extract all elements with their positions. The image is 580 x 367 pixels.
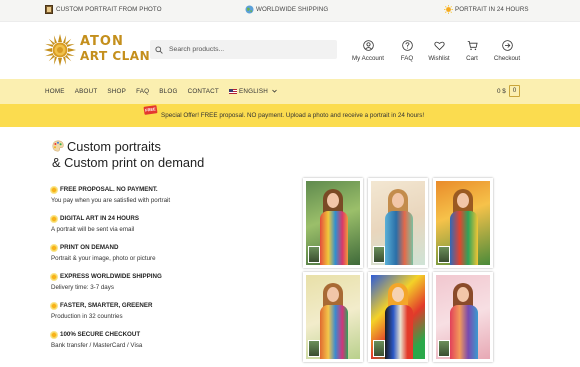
feature-item: PRINT ON DEMAND Portrait & your image, p… (51, 244, 281, 273)
feature-desc: Delivery time: 3-7 days (51, 284, 114, 291)
nav-item-blog[interactable]: BLOG (159, 88, 177, 95)
arrow-circle-right-icon (501, 40, 513, 51)
portrait-card[interactable] (303, 178, 363, 268)
question-icon (401, 40, 413, 51)
site-header: ATON ART CLAN My Account FAQ Wishlist Ca… (0, 22, 580, 79)
portrait-image (436, 275, 490, 359)
topbar-item-24h: PORTRAIT IN 24 HOURS (444, 5, 529, 14)
feature-title: FREE PROPOSAL. NO PAYMENT. (60, 186, 158, 193)
feature-item: FREE PROPOSAL. NO PAYMENT. You pay when … (51, 186, 281, 215)
portrait-image (306, 275, 360, 359)
feature-title: DIGITAL ART IN 24 HOURS (60, 215, 139, 222)
search-icon[interactable] (155, 45, 163, 54)
portrait-image (436, 181, 490, 265)
checkout-label: Checkout (493, 55, 521, 62)
topbar-24h-text: PORTRAIT IN 24 HOURS (455, 6, 529, 13)
logo-wordmark: ATON ART CLAN (80, 34, 151, 63)
topbar-item-portrait: CUSTOM PORTRAIT FROM PHOTO (45, 5, 162, 14)
nav-item-home[interactable]: HOME (45, 88, 65, 95)
language-selector[interactable]: ENGLISH (228, 88, 277, 95)
sun-bullet-icon (51, 244, 57, 251)
my-account-label: My Account (352, 55, 384, 62)
offer-content: FREE Special Offer! FREE proposal. NO pa… (143, 105, 425, 119)
portrait-image (306, 181, 360, 265)
portrait-gallery (303, 178, 493, 362)
topbar-shipping-text: WORLDWIDE SHIPPING (256, 6, 329, 13)
sun-bullet-icon (51, 186, 57, 193)
feature-desc: Production in 32 countries (51, 313, 123, 320)
portrait-image (371, 181, 425, 265)
feature-title: FASTER, SMARTER, GREENER (60, 302, 153, 309)
language-label: ENGLISH (238, 88, 268, 95)
special-offer-banner: FREE Special Offer! FREE proposal. NO pa… (0, 104, 580, 127)
source-photo-thumb (373, 340, 385, 357)
source-photo-thumb (438, 246, 450, 263)
wishlist-label: Wishlist (428, 55, 450, 62)
sun-bullet-icon (51, 331, 57, 338)
portrait-card[interactable] (433, 178, 493, 268)
faq-label: FAQ (400, 55, 414, 62)
source-photo-thumb (438, 340, 450, 357)
nav-menu: HOME ABOUT SHOP FAQ BLOG CONTACT ENGLISH (45, 88, 287, 95)
free-badge: FREE (143, 105, 158, 115)
chevron-down-icon (272, 90, 277, 93)
feature-title: EXPRESS WORLDWIDE SHIPPING (60, 273, 162, 280)
sun-bullet-icon (51, 215, 57, 222)
feature-desc: Bank transfer / MasterCard / Visa (51, 342, 143, 349)
search-box[interactable] (150, 40, 337, 59)
nav-item-about[interactable]: ABOUT (75, 88, 98, 95)
nav-item-contact[interactable]: CONTACT (188, 88, 219, 95)
cart-icon (467, 40, 478, 51)
sun-logo-icon (44, 34, 76, 66)
portrait-card[interactable] (433, 272, 493, 362)
logo-line2: ART CLAN (80, 49, 151, 63)
cart-link[interactable]: Cart (452, 40, 492, 62)
cart-label: Cart (466, 55, 478, 62)
source-photo-thumb (308, 246, 320, 263)
feature-item: FASTER, SMARTER, GREENER Production in 3… (51, 302, 281, 331)
heart-icon (433, 41, 445, 51)
nav-item-faq[interactable]: FAQ (136, 88, 149, 95)
source-photo-thumb (373, 246, 385, 263)
topbar-portrait-text: CUSTOM PORTRAIT FROM PHOTO (56, 6, 162, 13)
portrait-image (371, 275, 425, 359)
features-list: FREE PROPOSAL. NO PAYMENT. You pay when … (51, 186, 281, 360)
feature-item: 100% SECURE CHECKOUT Bank transfer / Mas… (51, 331, 281, 360)
user-icon (362, 40, 374, 51)
my-account-link[interactable]: My Account (348, 40, 388, 62)
site-logo[interactable]: ATON ART CLAN (44, 34, 164, 68)
feature-desc: You pay when you are satisfied with port… (51, 197, 171, 204)
globe-icon (245, 5, 254, 14)
checkout-link[interactable]: Checkout (487, 40, 527, 62)
hero-title-1: Custom portraits (67, 139, 161, 154)
sun-bullet-icon (51, 302, 57, 309)
portrait-card[interactable] (368, 178, 428, 268)
portrait-card[interactable] (368, 272, 428, 362)
sun-bullet-icon (51, 273, 57, 280)
source-photo-thumb (308, 340, 320, 357)
main-nav: HOME ABOUT SHOP FAQ BLOG CONTACT ENGLISH… (0, 79, 580, 104)
feature-title: 100% SECURE CHECKOUT (60, 331, 141, 338)
nav-item-shop[interactable]: SHOP (107, 88, 126, 95)
feature-desc: A portrait will be sent via email (51, 226, 135, 233)
palette-icon (52, 140, 64, 152)
hero-title-2: & Custom print on demand (52, 155, 205, 170)
search-input[interactable] (169, 46, 329, 53)
feature-desc: Portrait & your image, photo or picture (51, 255, 156, 262)
logo-line1: ATON (80, 34, 124, 49)
cart-total[interactable]: 0 $ (497, 88, 506, 95)
sun-icon (444, 5, 453, 14)
topbar-item-shipping: WORLDWIDE SHIPPING (245, 5, 328, 14)
us-flag-icon (228, 88, 237, 94)
portrait-frame-icon (45, 5, 53, 14)
hero-heading: Custom portraits & Custom print on deman… (52, 139, 204, 171)
feature-title: PRINT ON DEMAND (60, 244, 119, 251)
feature-item: EXPRESS WORLDWIDE SHIPPING Delivery time… (51, 273, 281, 302)
feature-item: DIGITAL ART IN 24 HOURS A portrait will … (51, 215, 281, 244)
hero-line1: Custom portraits (52, 139, 204, 155)
cart-count-badge[interactable]: 0 (509, 85, 520, 97)
offer-text: Special Offer! FREE proposal. NO payment… (161, 112, 425, 119)
portrait-card[interactable] (303, 272, 363, 362)
top-info-bar: CUSTOM PORTRAIT FROM PHOTO WORLDWIDE SHI… (0, 0, 580, 22)
